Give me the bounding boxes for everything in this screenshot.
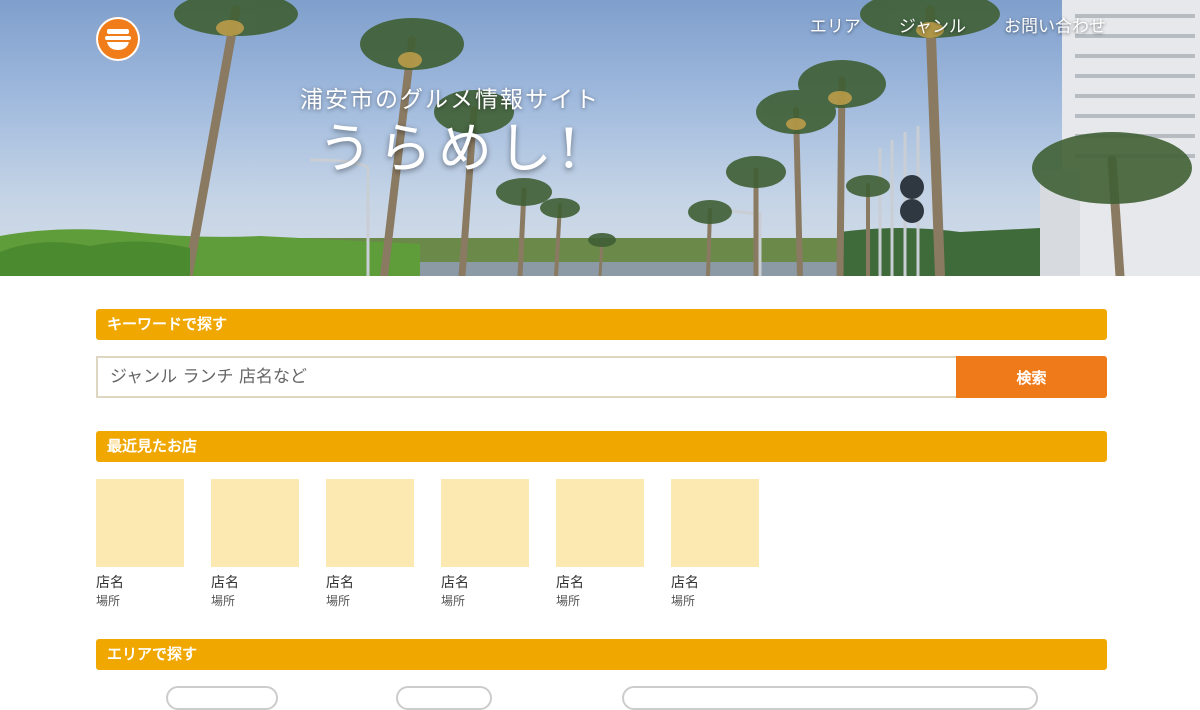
recent-shop-card[interactable]: 店名 場所 <box>556 479 644 609</box>
recent-section-title: 最近見たお店 <box>96 431 1107 462</box>
search-button[interactable]: 検索 <box>956 356 1107 398</box>
keyword-section-title: キーワードで探す <box>96 309 1107 340</box>
shop-place: 場所 <box>441 594 466 608</box>
shop-thumbnail <box>211 479 299 567</box>
shop-name: 店名 <box>96 575 124 591</box>
shop-place: 場所 <box>211 594 236 608</box>
logo-icon[interactable] <box>96 17 140 61</box>
nav-genre[interactable]: ジャンル <box>899 12 966 37</box>
search-input[interactable] <box>96 356 956 398</box>
shop-place: 場所 <box>556 594 581 608</box>
shop-thumbnail <box>326 479 414 567</box>
search-form: 検索 <box>96 356 1107 398</box>
shop-name: 店名 <box>671 575 699 591</box>
shop-name: 店名 <box>326 575 354 591</box>
shop-name: 店名 <box>441 575 469 591</box>
shop-place: 場所 <box>96 594 121 608</box>
recent-shop-card[interactable]: 店名 場所 <box>96 479 184 609</box>
hero-banner: エリア ジャンル お問い合わせ 浦安市のグルメ情報サイト うらめし! <box>0 0 1200 276</box>
shop-name: 店名 <box>556 575 584 591</box>
shop-place: 場所 <box>326 594 351 608</box>
nav-contact[interactable]: お問い合わせ <box>1004 12 1106 37</box>
nav-area[interactable]: エリア <box>810 12 861 37</box>
shop-thumbnail <box>441 479 529 567</box>
site-title: うらめし! <box>318 117 586 180</box>
shop-thumbnail <box>96 479 184 567</box>
shop-thumbnail <box>556 479 644 567</box>
shop-thumbnail <box>671 479 759 567</box>
hero-palm-image <box>0 0 1200 276</box>
recent-shop-list: 店名 場所 店名 場所 店名 場所 店名 場所 店名 場所 店名 場所 <box>96 479 759 609</box>
shop-place: 場所 <box>671 594 696 608</box>
recent-shop-card[interactable]: 店名 場所 <box>211 479 299 609</box>
recent-shop-card[interactable]: 店名 場所 <box>441 479 529 609</box>
header-nav: エリア ジャンル お問い合わせ <box>810 12 1106 37</box>
shop-name: 店名 <box>211 575 239 591</box>
recent-shop-card[interactable]: 店名 場所 <box>326 479 414 609</box>
area-tab-row <box>0 686 1200 710</box>
recent-shop-card[interactable]: 店名 場所 <box>671 479 759 609</box>
area-section-title: エリアで探す <box>96 639 1107 670</box>
